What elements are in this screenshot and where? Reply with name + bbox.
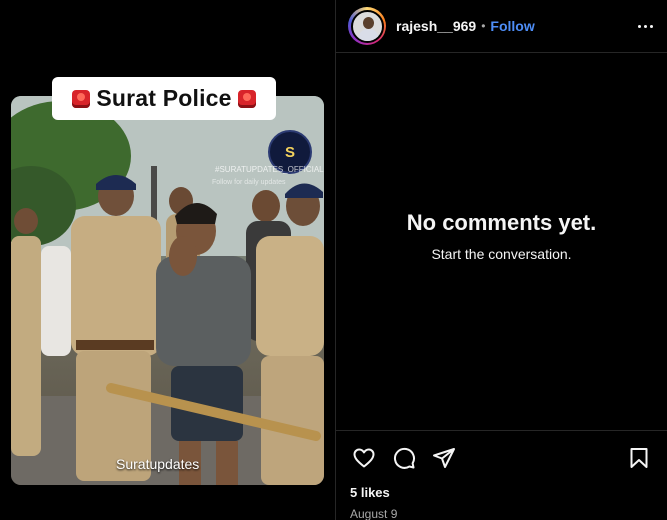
save-button[interactable] xyxy=(625,444,653,472)
username-link[interactable]: rajesh__969 xyxy=(396,18,476,34)
empty-comments-subtitle: Start the conversation. xyxy=(431,246,572,262)
police-body xyxy=(11,236,41,456)
comment-button[interactable] xyxy=(390,444,418,472)
story-ring[interactable] xyxy=(348,7,386,45)
officer-belt xyxy=(76,340,154,350)
post-date[interactable]: August 9 xyxy=(350,507,653,520)
post-footer: 5 likes August 9 xyxy=(336,430,667,520)
empty-comments-title: No comments yet. xyxy=(406,210,597,235)
likes-count[interactable]: 5 likes xyxy=(350,485,653,500)
share-button[interactable] xyxy=(430,444,458,472)
siren-icon xyxy=(237,89,256,108)
video-caption: Suratupdates xyxy=(116,456,200,472)
follow-button[interactable]: Follow xyxy=(490,18,534,34)
post-side-panel: rajesh__969 • Follow No comments yet. St… xyxy=(336,0,667,520)
separator-dot: • xyxy=(481,19,486,33)
post-media[interactable]: Surat Police S #SURATUPDATES_OFFICIAL Fo… xyxy=(0,0,335,520)
person-head xyxy=(14,208,38,234)
comments-area: No comments yet. Start the conversation. xyxy=(336,54,667,430)
person-head xyxy=(252,190,280,222)
more-options-icon[interactable] xyxy=(636,19,655,34)
action-bar xyxy=(350,443,653,473)
heart-icon xyxy=(353,448,375,468)
bookmark-icon xyxy=(630,448,648,468)
like-button[interactable] xyxy=(350,444,378,472)
man-shirt xyxy=(156,256,251,366)
siren-icon xyxy=(72,89,91,108)
avatar[interactable] xyxy=(350,9,384,43)
officer-uniform xyxy=(71,216,161,356)
overlay-title-badge: Surat Police xyxy=(52,77,276,120)
man-leg xyxy=(216,441,238,485)
share-icon xyxy=(433,448,455,468)
person-body xyxy=(41,246,71,356)
man-hands xyxy=(169,236,197,276)
comment-icon xyxy=(393,447,415,469)
overlay-title: Surat Police xyxy=(96,85,232,111)
watermark-handle: #SURATUPDATES_OFFICIAL xyxy=(215,165,324,174)
post-header: rajesh__969 • Follow xyxy=(336,0,667,53)
officer-uniform xyxy=(256,236,324,356)
watermark-subtext: Follow for daily updates xyxy=(212,179,286,186)
